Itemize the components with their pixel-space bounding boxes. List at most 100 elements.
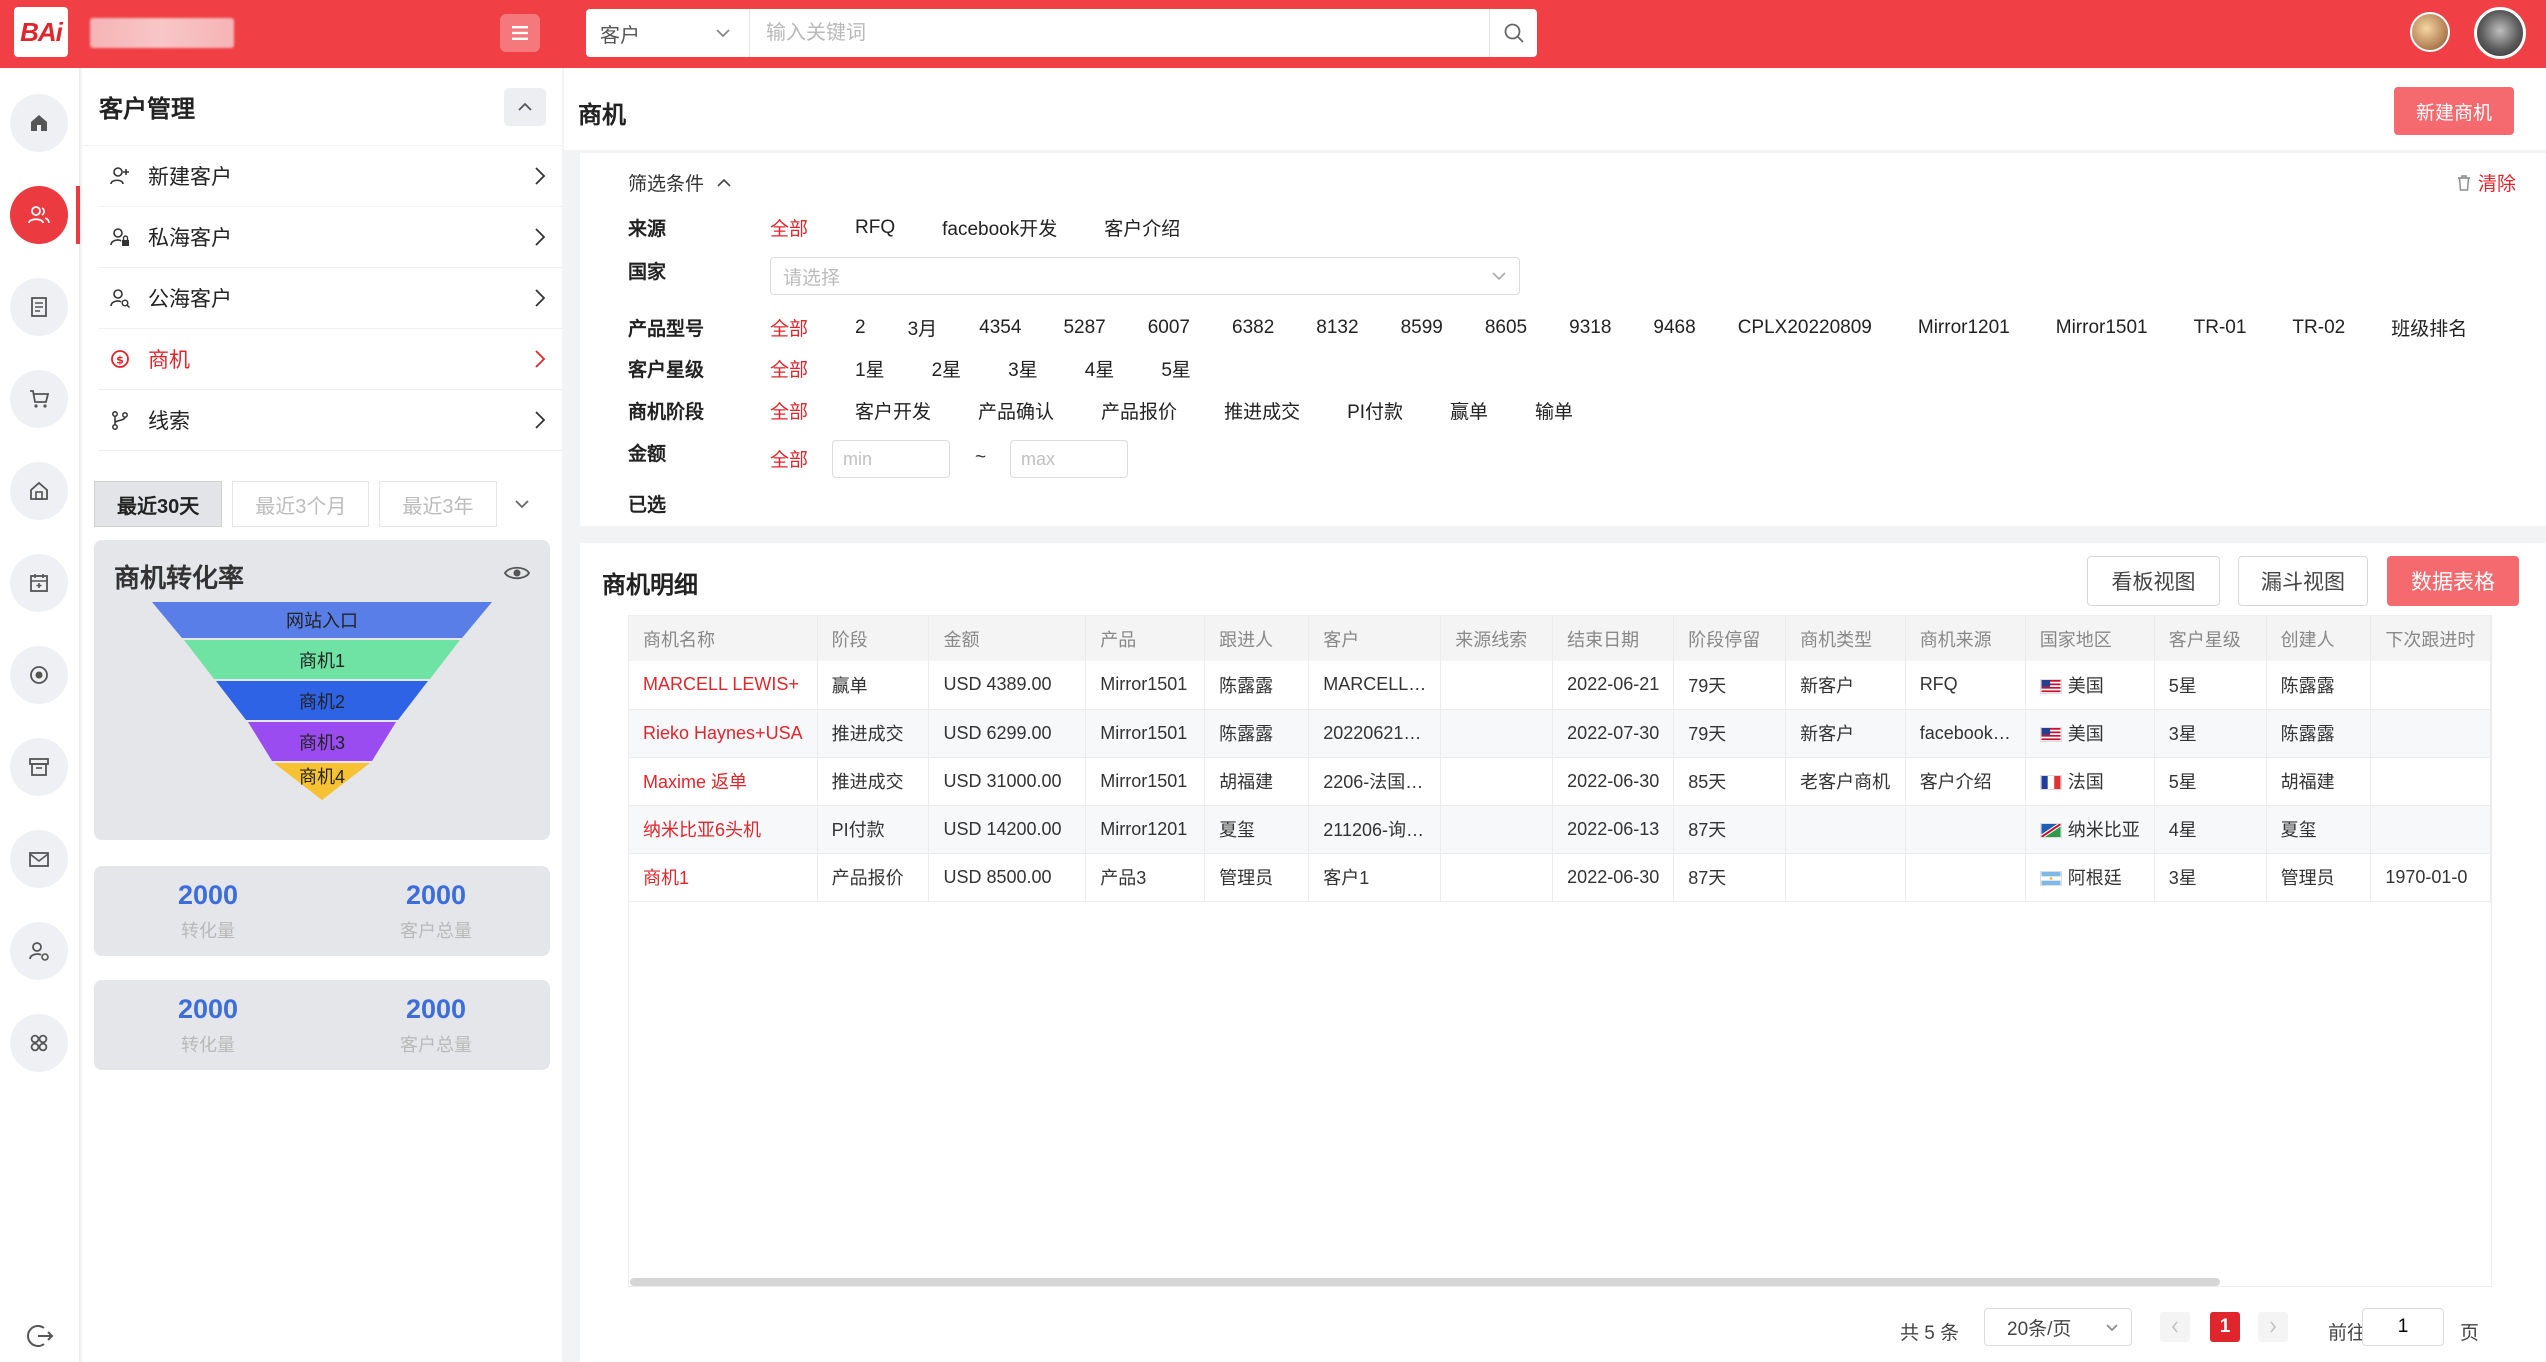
star-option[interactable]: 3星 <box>1008 355 1038 382</box>
user-avatar[interactable] <box>2474 7 2526 59</box>
next-page-button[interactable] <box>2258 1312 2288 1342</box>
column-header[interactable]: 金额 <box>928 616 1087 661</box>
column-header[interactable]: 客户 <box>1308 616 1442 661</box>
clear-filters-button[interactable]: 清除 <box>2456 169 2516 196</box>
source-option[interactable]: 客户介绍 <box>1104 214 1180 241</box>
table-row[interactable]: 纳米比亚6头机 PI付款 USD 14200.00 Mirror1201 夏玺 21120… <box>629 805 2491 854</box>
country-select[interactable]: 请选择 <box>770 257 1520 295</box>
stage-option[interactable]: 全部 <box>770 397 808 424</box>
nav-public-customer[interactable]: 公海客户 <box>98 268 562 329</box>
rail-cart[interactable] <box>10 370 68 428</box>
rail-archive[interactable] <box>10 738 68 796</box>
column-header[interactable]: 阶段停留 <box>1673 616 1787 661</box>
product-option[interactable]: 4354 <box>979 317 1021 339</box>
opportunity-name-link[interactable]: Rieko Haynes+USA <box>629 709 818 758</box>
product-option[interactable]: 8605 <box>1485 317 1527 339</box>
star-option[interactable]: 4星 <box>1085 355 1115 382</box>
nav-new-customer[interactable]: 新建客户 <box>98 146 562 207</box>
opportunity-name-link[interactable]: MARCELL LEWIS+ <box>629 661 818 710</box>
product-option[interactable]: TR-01 <box>2194 317 2247 339</box>
search-button[interactable] <box>1489 9 1537 57</box>
period-30-days[interactable]: 最近30天 <box>94 481 223 527</box>
column-header[interactable]: 国家地区 <box>2025 616 2155 661</box>
nav-leads[interactable]: 线索 <box>98 390 562 451</box>
rail-home[interactable] <box>10 94 68 152</box>
product-option[interactable]: 3月 <box>908 314 938 341</box>
nav-opportunity[interactable]: $ 商机 <box>98 329 562 390</box>
table-row[interactable]: MARCELL LEWIS+ 赢单 USD 4389.00 Mirror1501 陈露露… <box>629 661 2491 710</box>
rail-shop[interactable] <box>10 462 68 520</box>
stage-option[interactable]: 产品确认 <box>978 397 1054 424</box>
rail-apps[interactable] <box>10 1014 68 1072</box>
table-row[interactable]: 商机1 产品报价 USD 8500.00 产品3 管理员 客户1 2022-06-30 87天… <box>629 853 2491 902</box>
product-option[interactable]: 6382 <box>1232 317 1274 339</box>
column-header[interactable]: 创建人 <box>2266 616 2372 661</box>
column-header[interactable]: 来源线索 <box>1440 616 1554 661</box>
page-number-current[interactable]: 1 <box>2210 1312 2240 1342</box>
period-3-months[interactable]: 最近3个月 <box>232 481 370 527</box>
column-header[interactable]: 产品 <box>1085 616 1206 661</box>
product-option[interactable]: 8599 <box>1401 317 1443 339</box>
star-option[interactable]: 全部 <box>770 355 808 382</box>
page-size-select[interactable]: 20条/页 <box>1984 1308 2132 1346</box>
product-option[interactable]: 6007 <box>1148 317 1190 339</box>
funnel-view-button[interactable]: 漏斗视图 <box>2238 556 2368 606</box>
stage-option[interactable]: 推进成交 <box>1224 397 1300 424</box>
period-3-years[interactable]: 最近3年 <box>379 481 497 527</box>
product-option[interactable]: TR-02 <box>2292 317 2345 339</box>
rail-calendar[interactable] <box>10 554 68 612</box>
product-option[interactable]: 9468 <box>1653 317 1695 339</box>
product-option[interactable]: 9318 <box>1569 317 1611 339</box>
horizontal-scrollbar[interactable] <box>630 1278 2220 1286</box>
filter-toggle[interactable]: 筛选条件 <box>628 169 732 196</box>
star-option[interactable]: 2星 <box>932 355 962 382</box>
product-option[interactable]: Mirror1201 <box>1918 317 2010 339</box>
product-option[interactable]: Mirror1501 <box>2056 317 2148 339</box>
rail-finance[interactable] <box>10 646 68 704</box>
rail-customers[interactable] <box>10 186 68 244</box>
column-header[interactable]: 下次跟进时 <box>2370 616 2491 661</box>
product-option[interactable]: CPLX20220809 <box>1738 317 1872 339</box>
amount-max-input[interactable] <box>1010 440 1128 478</box>
logout-button[interactable] <box>22 1318 58 1354</box>
opportunity-name-link[interactable]: Maxime 返单 <box>629 757 818 806</box>
stage-option[interactable]: 输单 <box>1535 397 1573 424</box>
prev-page-button[interactable] <box>2160 1312 2190 1342</box>
star-option[interactable]: 1星 <box>855 355 885 382</box>
star-option[interactable]: 5星 <box>1161 355 1191 382</box>
menu-toggle-button[interactable] <box>500 14 540 52</box>
table-row[interactable]: Maxime 返单 推进成交 USD 31000.00 Mirror1501 胡福建 22… <box>629 757 2491 806</box>
search-input[interactable] <box>750 9 1489 57</box>
opportunity-name-link[interactable]: 纳米比亚6头机 <box>629 805 818 854</box>
column-header[interactable]: 商机名称 <box>629 616 818 661</box>
amount-all-option[interactable]: 全部 <box>770 445 808 472</box>
table-row[interactable]: Rieko Haynes+USA 推进成交 USD 6299.00 Mirror150… <box>629 709 2491 758</box>
goto-page-input[interactable] <box>2362 1308 2444 1346</box>
product-option[interactable]: 班级排名 <box>2391 314 2467 341</box>
column-header[interactable]: 商机类型 <box>1785 616 1906 661</box>
rail-user-settings[interactable] <box>10 922 68 980</box>
opportunity-name-link[interactable]: 商机1 <box>629 853 818 902</box>
stage-option[interactable]: 客户开发 <box>855 397 931 424</box>
search-type-select[interactable]: 客户 <box>586 9 750 57</box>
rail-mail[interactable] <box>10 830 68 888</box>
kanban-view-button[interactable]: 看板视图 <box>2087 556 2220 606</box>
data-table-button[interactable]: 数据表格 <box>2387 556 2519 606</box>
rail-documents[interactable] <box>10 278 68 336</box>
secondary-avatar[interactable] <box>2410 12 2450 52</box>
column-header[interactable]: 阶段 <box>817 616 930 661</box>
source-option[interactable]: 全部 <box>770 214 808 241</box>
stage-option[interactable]: 赢单 <box>1450 397 1488 424</box>
product-option[interactable]: 8132 <box>1316 317 1358 339</box>
stage-option[interactable]: 产品报价 <box>1101 397 1177 424</box>
source-option[interactable]: facebook开发 <box>942 214 1057 241</box>
new-opportunity-button[interactable]: 新建商机 <box>2394 87 2514 135</box>
source-option[interactable]: RFQ <box>855 217 895 239</box>
product-option[interactable]: 全部 <box>770 314 808 341</box>
column-header[interactable]: 结束日期 <box>1552 616 1675 661</box>
column-header[interactable]: 跟进人 <box>1204 616 1310 661</box>
column-header[interactable]: 客户星级 <box>2154 616 2267 661</box>
column-header[interactable]: 商机来源 <box>1905 616 2026 661</box>
product-option[interactable]: 2 <box>855 317 866 339</box>
stage-option[interactable]: PI付款 <box>1347 397 1403 424</box>
